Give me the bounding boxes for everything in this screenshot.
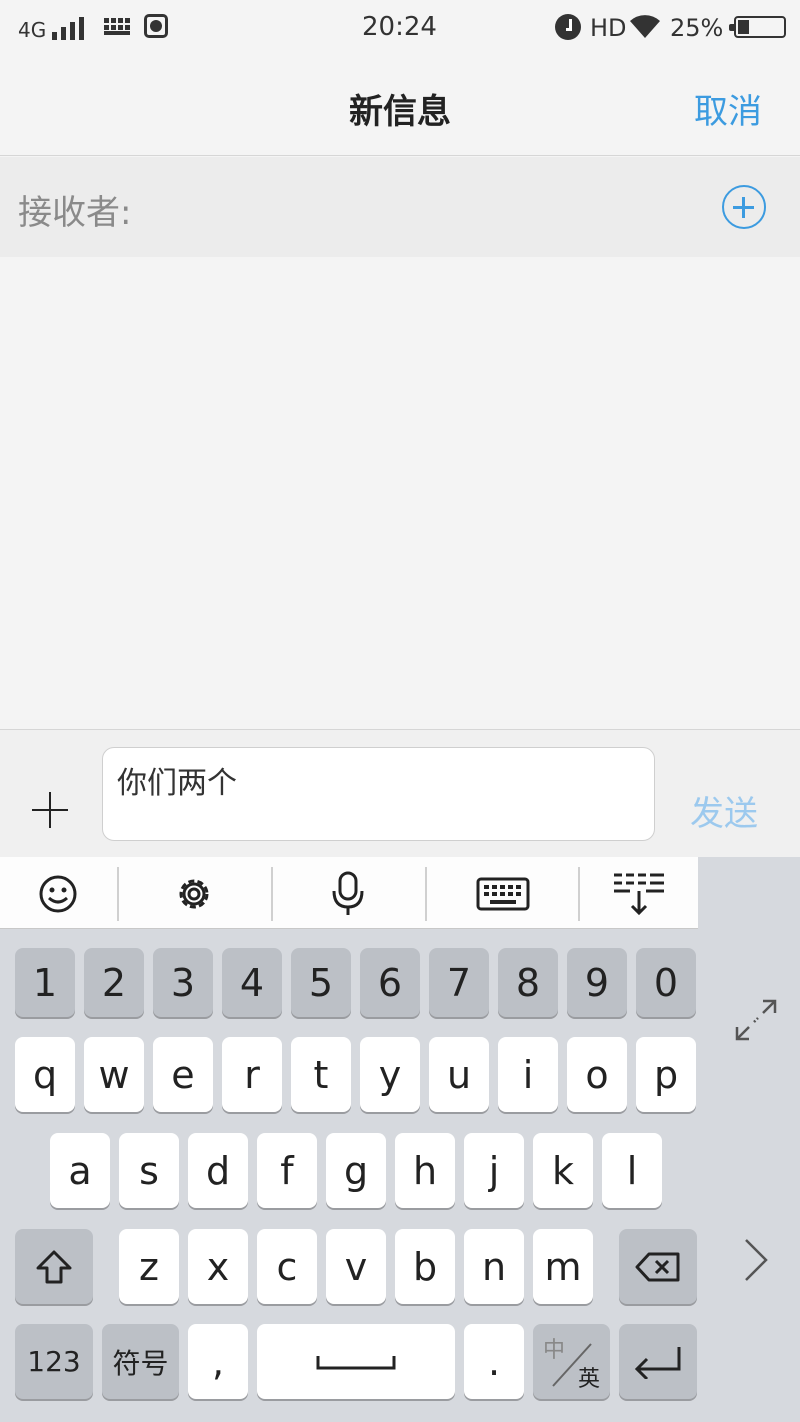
hd-indicator: HD [590, 14, 627, 42]
key-l[interactable]: l [602, 1133, 662, 1208]
backspace-key[interactable] [619, 1229, 697, 1304]
key-a[interactable]: a [50, 1133, 110, 1208]
recipient-label: 接收者: [18, 193, 132, 233]
backspace-icon [635, 1252, 680, 1281]
keyboard-toolbar [0, 857, 698, 929]
recipient-field[interactable]: 接收者: [0, 157, 800, 257]
key-v[interactable]: v [326, 1229, 386, 1304]
gear-icon[interactable] [136, 857, 254, 929]
key-8[interactable]: 8 [498, 948, 558, 1017]
key-h[interactable]: h [395, 1133, 455, 1208]
clock: 20:24 [362, 12, 437, 42]
key-m[interactable]: m [533, 1229, 593, 1304]
key-0[interactable]: 0 [636, 948, 696, 1017]
key-n[interactable]: n [464, 1229, 524, 1304]
key-c[interactable]: c [257, 1229, 317, 1304]
key-t[interactable]: t [291, 1037, 351, 1112]
key-7[interactable]: 7 [429, 948, 489, 1017]
shift-icon [36, 1250, 72, 1283]
microphone-icon[interactable] [290, 857, 408, 929]
add-recipient-icon[interactable] [722, 185, 766, 229]
key-z[interactable]: z [119, 1229, 179, 1304]
signal-icon [52, 16, 88, 40]
collapse-keyboard-icon[interactable] [588, 857, 706, 929]
comma-key[interactable]: , [188, 1324, 248, 1399]
key-6[interactable]: 6 [360, 948, 420, 1017]
toolbar-divider [425, 867, 427, 921]
app-notification-icon [144, 14, 168, 38]
toolbar-divider [117, 867, 119, 921]
enter-key[interactable] [619, 1324, 697, 1399]
network-type: 4G [18, 18, 47, 42]
language-switch-key[interactable]: 中 英 [533, 1324, 610, 1399]
toolbar-divider [578, 867, 580, 921]
grid-notification-icon [104, 18, 130, 36]
send-button[interactable]: 发送 [690, 786, 758, 835]
expand-keyboard-icon[interactable] [733, 997, 779, 1043]
key-x[interactable]: x [188, 1229, 248, 1304]
keyboard-icon[interactable] [444, 857, 562, 929]
key-9[interactable]: 9 [567, 948, 627, 1017]
wifi-icon [630, 15, 660, 38]
key-3[interactable]: 3 [153, 948, 213, 1017]
battery-percent: 25% [670, 14, 724, 42]
cancel-button[interactable]: 取消 [694, 84, 762, 133]
lang-english-label: 英 [577, 1367, 600, 1392]
key-g[interactable]: g [326, 1133, 386, 1208]
key-y[interactable]: y [360, 1037, 420, 1112]
key-r[interactable]: r [222, 1037, 282, 1112]
key-o[interactable]: o [567, 1037, 627, 1112]
numbers-key[interactable]: 123 [15, 1324, 93, 1399]
conversation-area [0, 257, 800, 729]
keyboard: 1 2 3 4 5 6 7 8 9 0 q w e r t y u i o p … [0, 857, 800, 1422]
compose-bar: 你们两个 发送 [0, 729, 800, 857]
key-p[interactable]: p [636, 1037, 696, 1112]
key-2[interactable]: 2 [84, 948, 144, 1017]
key-5[interactable]: 5 [291, 948, 351, 1017]
key-u[interactable]: u [429, 1037, 489, 1112]
status-bar: 4G 20:24 HD 25% [0, 0, 800, 56]
key-k[interactable]: k [533, 1133, 593, 1208]
period-key[interactable]: . [464, 1324, 524, 1399]
symbols-key[interactable]: 符号 [102, 1324, 179, 1399]
attach-plus-icon[interactable] [32, 792, 68, 828]
alarm-icon [555, 14, 581, 40]
key-e[interactable]: e [153, 1037, 213, 1112]
header: 新信息 取消 [0, 56, 800, 156]
key-4[interactable]: 4 [222, 948, 282, 1017]
page-title: 新信息 [349, 92, 451, 132]
space-key[interactable] [257, 1324, 455, 1399]
key-i[interactable]: i [498, 1037, 558, 1112]
toolbar-divider [271, 867, 273, 921]
key-j[interactable]: j [464, 1133, 524, 1208]
battery-icon [729, 16, 786, 38]
return-icon [634, 1346, 681, 1379]
key-f[interactable]: f [257, 1133, 317, 1208]
key-d[interactable]: d [188, 1133, 248, 1208]
space-icon [316, 1355, 396, 1369]
emoji-icon[interactable] [0, 857, 118, 929]
key-w[interactable]: w [84, 1037, 144, 1112]
message-input[interactable]: 你们两个 [102, 747, 655, 841]
shift-key[interactable] [15, 1229, 93, 1304]
key-s[interactable]: s [119, 1133, 179, 1208]
key-b[interactable]: b [395, 1229, 455, 1304]
key-q[interactable]: q [15, 1037, 75, 1112]
chevron-right-icon[interactable] [742, 1237, 770, 1283]
key-1[interactable]: 1 [15, 948, 75, 1017]
